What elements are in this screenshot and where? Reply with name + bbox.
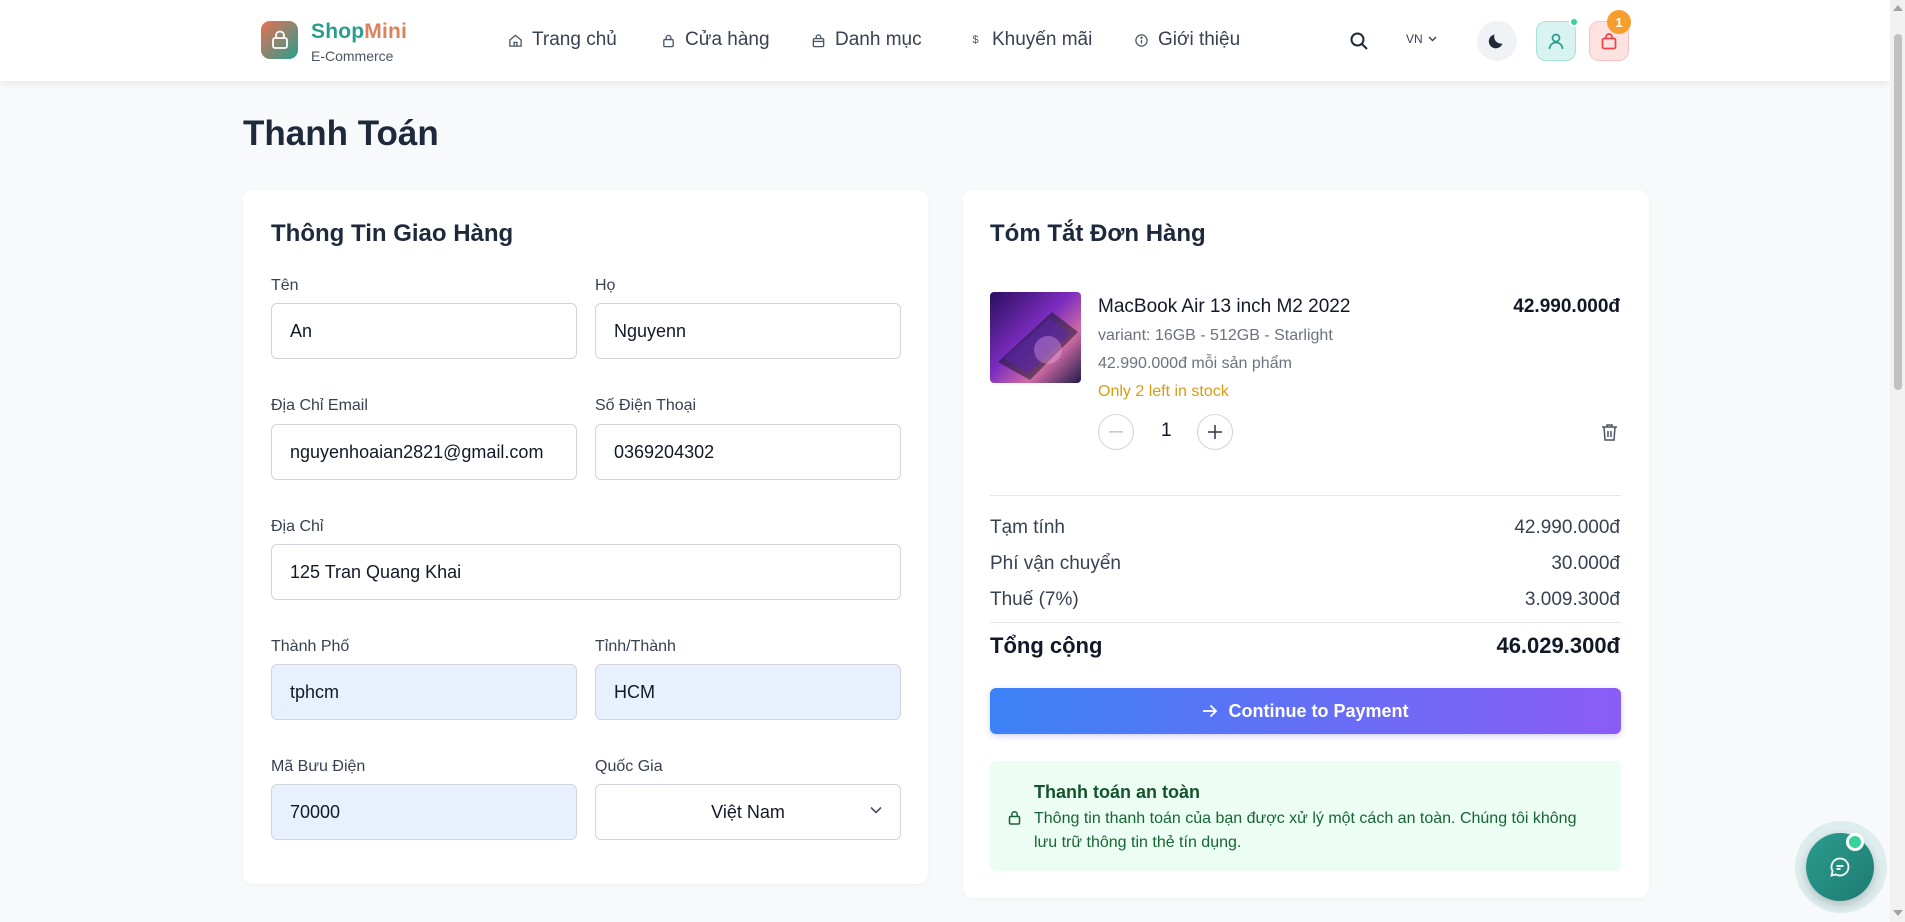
brand-name-part1: Shop (311, 20, 365, 43)
first-name-label: Tên (271, 277, 299, 294)
shipping-fee-label: Phí vận chuyển (990, 553, 1121, 574)
minus-icon (1109, 431, 1123, 433)
shipping-fee-value: 30.000đ (1551, 553, 1620, 574)
country-label: Quốc Gia (595, 758, 663, 775)
shopping-bag-icon (1601, 33, 1617, 50)
shipping-section-title: Thông Tin Giao Hàng (271, 220, 514, 247)
arrow-right-icon (1203, 704, 1218, 718)
brand-name-part2: Mini (364, 20, 408, 43)
remove-item-button[interactable] (1598, 421, 1620, 443)
chevron-down-icon (870, 806, 882, 814)
account-button[interactable] (1536, 21, 1576, 61)
plus-icon (1208, 425, 1222, 439)
tax-value: 3.009.300đ (1524, 589, 1620, 610)
nav-item-promotions[interactable]: $ Khuyến mãi (968, 28, 1092, 52)
last-name-label: Họ (595, 277, 616, 294)
language-selector[interactable]: VN (1406, 32, 1437, 46)
search-icon (1350, 32, 1368, 50)
quantity-value: 1 (1161, 420, 1172, 441)
city-input[interactable]: tphcm (271, 664, 577, 720)
stock-warning: Only 2 left in stock (1098, 383, 1229, 400)
last-name-input[interactable]: Nguyenn (595, 303, 901, 359)
total-value: 46.029.300đ (1496, 633, 1620, 658)
chat-icon (1830, 857, 1850, 877)
phone-label: Số Điện Thoại (595, 397, 697, 414)
email-label: Địa Chỉ Email (271, 397, 368, 414)
scroll-down-arrow[interactable] (1893, 910, 1903, 916)
phone-field[interactable]: 0369204302 (595, 424, 901, 480)
top-navbar: ShopMini E-Commerce Trang chủ Cửa hàng D… (0, 0, 1890, 81)
country-select[interactable]: Việt Nam (595, 784, 901, 840)
postal-code-input[interactable]: 70000 (271, 784, 577, 840)
secure-payment-text: Thông tin thanh toán của bạn được xử lý … (1034, 810, 1577, 851)
nav-label: Danh mục (835, 29, 922, 50)
summary-divider (990, 495, 1621, 496)
online-status-dot (1569, 17, 1579, 27)
product-price: 42.990.000đ (1513, 296, 1620, 317)
subtotal-value: 42.990.000đ (1514, 517, 1620, 538)
nav-label: Giới thiệu (1158, 29, 1241, 50)
country-selected-value: Việt Nam (711, 801, 785, 822)
language-label: VN (1406, 32, 1423, 46)
summary-section-title: Tóm Tắt Đơn Hàng (990, 220, 1206, 247)
search-button[interactable] (1348, 30, 1370, 52)
shipping-info-card (243, 190, 928, 884)
tax-label: Thuế (7%) (990, 589, 1079, 610)
lock-icon (663, 34, 674, 47)
province-input[interactable]: HCM (595, 664, 901, 720)
secure-payment-notice: Thanh toán an toàn Thông tin thanh toán … (990, 761, 1621, 871)
nav-item-categories[interactable]: Danh mục (811, 28, 922, 52)
postal-code-label: Mã Bưu Điện (271, 758, 366, 775)
laptop-image (998, 312, 1078, 380)
nav-item-about[interactable]: Giới thiệu (1134, 28, 1240, 52)
nav-item-shop[interactable]: Cửa hàng (661, 28, 770, 52)
trash-icon (1601, 423, 1617, 441)
address-label: Địa Chỉ (271, 518, 324, 535)
nav-label: Trang chủ (532, 29, 617, 50)
province-label: Tỉnh/Thành (595, 638, 676, 655)
scrollbar-thumb[interactable] (1894, 34, 1902, 390)
home-icon (509, 33, 522, 47)
continue-to-payment-button[interactable]: Continue to Payment (990, 688, 1621, 734)
quantity-increase-button[interactable] (1197, 414, 1233, 450)
first-name-input[interactable]: An (271, 303, 577, 359)
city-label: Thành Phố (271, 638, 350, 655)
chat-online-dot (1846, 833, 1864, 851)
email-field[interactable]: nguyenhoaian2821@gmail.com (271, 424, 577, 480)
product-variant: variant: 16GB - 512GB - Starlight (1098, 327, 1333, 344)
secure-payment-title: Thanh toán an toàn (1034, 782, 1200, 802)
address-input[interactable]: 125 Tran Quang Khai (271, 544, 901, 600)
brand-name[interactable]: ShopMini (311, 20, 407, 44)
page-title: Thanh Toán (243, 114, 439, 153)
total-divider (990, 622, 1621, 623)
total-label: Tổng cộng (990, 633, 1103, 658)
user-icon (1548, 33, 1564, 50)
scroll-up-arrow[interactable] (1893, 5, 1903, 11)
moon-icon (1488, 34, 1503, 49)
lock-icon (1008, 811, 1021, 825)
nav-label: Cửa hàng (685, 29, 770, 50)
subtotal-label: Tạm tính (990, 517, 1065, 538)
nav-item-home[interactable]: Trang chủ (508, 28, 617, 52)
shop-logo-icon[interactable] (261, 21, 298, 59)
brand-subtitle: E-Commerce (311, 48, 394, 64)
info-icon (1135, 33, 1148, 47)
pay-button-label: Continue to Payment (1228, 700, 1409, 721)
dollar-icon: $ (972, 34, 979, 46)
nav-label: Khuyến mãi (992, 29, 1093, 50)
cart-count-badge: 1 (1607, 10, 1631, 34)
product-unit-price: 42.990.000đ mỗi sản phẩm (1098, 355, 1292, 372)
dark-mode-toggle[interactable] (1477, 21, 1517, 61)
bag-icon (812, 33, 825, 47)
product-thumbnail[interactable] (990, 292, 1081, 383)
quantity-decrease-button[interactable] (1098, 414, 1134, 450)
product-name[interactable]: MacBook Air 13 inch M2 2022 (1098, 296, 1350, 318)
chevron-down-icon (1428, 36, 1437, 42)
